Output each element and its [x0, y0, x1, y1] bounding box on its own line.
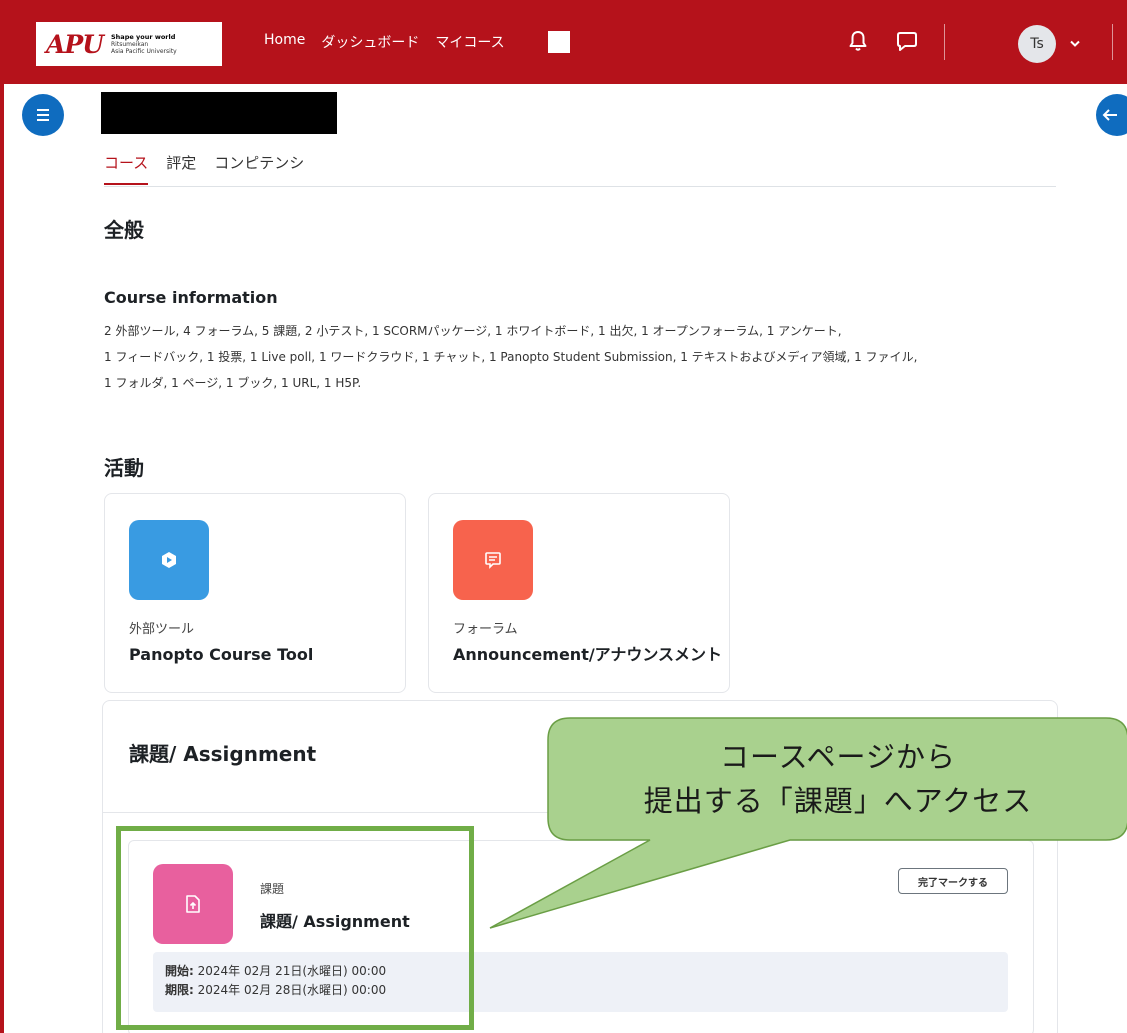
chat-icon[interactable]	[896, 30, 918, 56]
highlight-frame	[116, 826, 474, 1030]
section-heading-general: 全般	[104, 218, 144, 242]
course-tabs: コース 評定 コンピテンシ	[104, 152, 322, 185]
nav-extra-item[interactable]	[548, 31, 570, 53]
tab-course[interactable]: コース	[104, 152, 149, 185]
tab-competencies[interactable]: コンピテンシ	[214, 152, 304, 185]
chevron-down-icon[interactable]	[1070, 37, 1080, 51]
logo-tagline: Shape your world	[111, 32, 176, 41]
forum-icon	[453, 520, 533, 600]
course-info-line: 2 外部ツール, 4 フォーラム, 5 課題, 2 小テスト, 1 SCORMパ…	[104, 324, 842, 338]
navbar-divider	[944, 24, 945, 60]
tabs-divider	[104, 186, 1056, 187]
apu-logo[interactable]: APU Shape your world Ritsumeikan Asia Pa…	[36, 22, 222, 66]
arrow-left-icon	[1102, 109, 1117, 121]
activity-card-external-tool[interactable]: 外部ツール Panopto Course Tool	[104, 493, 406, 693]
callout-text: コースページから 提出する「課題」へアクセス	[552, 735, 1124, 823]
mark-complete-button[interactable]: 完了マークする	[898, 868, 1008, 894]
course-index-toggle[interactable]	[22, 94, 64, 136]
course-information-summary: 2 外部ツール, 4 フォーラム, 5 課題, 2 小テスト, 1 SCORMパ…	[104, 318, 1064, 396]
logo-text: Shape your world Ritsumeikan Asia Pacifi…	[111, 32, 177, 55]
activity-name[interactable]: Panopto Course Tool	[129, 644, 399, 666]
assignment-section-title: 課題/ Assignment	[129, 742, 317, 766]
course-information-title: Course information	[104, 288, 278, 307]
navbar-divider-right	[1112, 24, 1113, 60]
course-info-line: 1 フォルダ, 1 ページ, 1 ブック, 1 URL, 1 H5P.	[104, 376, 362, 390]
avatar[interactable]: Ts	[1018, 25, 1056, 63]
redacted-course-title	[101, 92, 337, 134]
activity-type: フォーラム	[453, 622, 518, 637]
avatar-initials: Ts	[1030, 36, 1044, 52]
nav-my-courses[interactable]: マイコース	[435, 32, 504, 52]
tab-grades[interactable]: 評定	[166, 152, 196, 185]
bell-icon[interactable]	[848, 30, 868, 56]
primary-nav: Home ダッシュボード マイコース	[264, 32, 505, 52]
course-info-line: 1 フィードバック, 1 投票, 1 Live poll, 1 ワードクラウド,…	[104, 350, 918, 364]
menu-icon	[37, 109, 49, 121]
top-navbar: APU Shape your world Ritsumeikan Asia Pa…	[0, 0, 1127, 84]
logo-mark: APU	[46, 29, 104, 59]
activity-card-forum[interactable]: フォーラム Announcement/アナウンスメント	[428, 493, 730, 693]
window-frame	[0, 0, 4, 1033]
nav-dashboard[interactable]: ダッシュボード	[321, 32, 419, 52]
activity-name[interactable]: Announcement/アナウンスメント	[453, 644, 723, 666]
activity-type: 外部ツール	[129, 622, 195, 637]
play-icon	[129, 520, 209, 600]
block-drawer-toggle[interactable]	[1096, 94, 1127, 136]
section-heading-activities: 活動	[104, 456, 144, 480]
callout-line2: 提出する「課題」へアクセス	[643, 784, 1033, 818]
callout-line1: コースページから	[720, 740, 956, 774]
nav-home[interactable]: Home	[264, 32, 305, 52]
logo-line1: Ritsumeikan	[111, 40, 149, 48]
logo-line2: Asia Pacific University	[111, 47, 177, 55]
